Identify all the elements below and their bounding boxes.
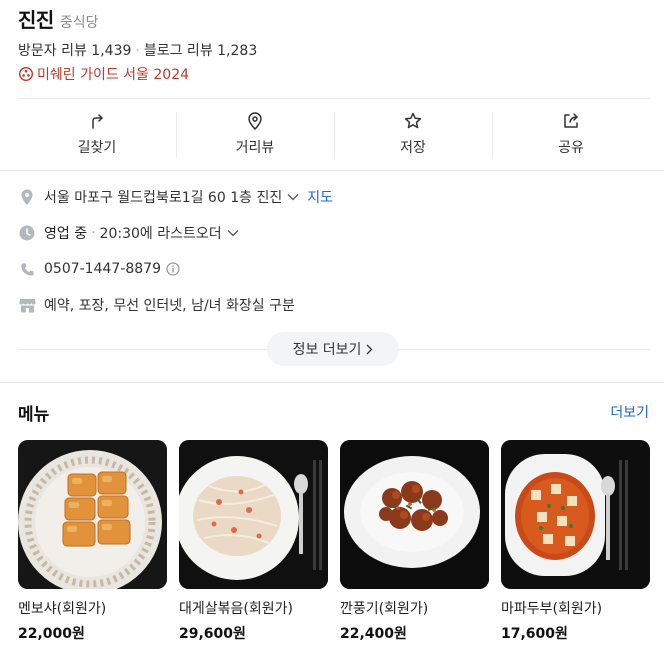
amenities-text: 예약, 포장, 무선 인터넷, 남/녀 화장실 구분	[44, 298, 295, 314]
menu-item-name: 대게살볶음(회원가)	[179, 601, 293, 617]
menu-item[interactable]: 마파두부(회원가) 17,600원	[501, 440, 650, 643]
share-icon	[564, 113, 578, 128]
menu-photo-menbosha[interactable]	[18, 440, 167, 589]
menu-item-price: 29,600원	[179, 626, 246, 642]
action-bar: 길찾기 거리뷰 저장 공유	[18, 100, 650, 168]
menu-item-name: 마파두부(회원가)	[501, 601, 603, 617]
chevron-right-icon	[366, 344, 373, 354]
menu-photo-crab-stir-fry[interactable]	[179, 440, 328, 589]
address-text: 서울 마포구 월드컵북로1길 60 1층 진진	[44, 190, 283, 206]
divider	[18, 98, 650, 99]
phone-number[interactable]: 0507-1447-8879	[44, 261, 161, 277]
place-header: 진진 중식당 방문자 리뷰 1,439 · 블로그 리뷰 1,283 미쉐린 가이드…	[18, 0, 650, 100]
title-row: 진진 중식당	[18, 4, 98, 33]
map-link[interactable]: 지도	[307, 187, 333, 207]
directions-icon	[92, 114, 103, 129]
last-order-text: 20:30에 라스트오더	[99, 226, 222, 242]
chevron-down-icon[interactable]	[227, 229, 239, 237]
menu-item-price: 22,400원	[340, 626, 407, 642]
phone-icon	[18, 260, 36, 278]
save-button[interactable]: 저장	[334, 100, 492, 168]
chevron-down-icon[interactable]	[287, 193, 299, 201]
phone-row: 0507-1447-8879	[18, 257, 650, 281]
share-button[interactable]: 공유	[492, 100, 650, 168]
menu-item-name: 멘보샤(회원가)	[18, 601, 107, 617]
place-category[interactable]: 중식당	[60, 12, 99, 32]
menu-item[interactable]: 대게살볶음(회원가) 29,600원	[179, 440, 328, 643]
open-status: 영업 중	[44, 226, 88, 242]
street-view-button[interactable]: 거리뷰	[176, 100, 334, 168]
menu-photo-mapo-tofu[interactable]	[501, 440, 650, 589]
directions-label: 길찾기	[77, 140, 117, 156]
menu-item[interactable]: 멘보샤(회원가) 22,000원	[18, 440, 167, 643]
info-circle-icon[interactable]	[166, 262, 180, 276]
michelin-icon	[18, 66, 34, 82]
business-hours-row[interactable]: 영업 중 · 20:30에 라스트오더	[18, 221, 650, 245]
more-info-button[interactable]: 정보 더보기	[267, 332, 399, 366]
more-info-label: 정보 더보기	[292, 342, 362, 358]
place-name: 진진	[18, 8, 54, 32]
separator-dot: ·	[135, 43, 140, 59]
visitor-reviews-link[interactable]: 방문자 리뷰 1,439	[18, 43, 131, 59]
section-divider	[0, 170, 664, 171]
menu-section-title: 메뉴	[18, 405, 50, 425]
location-pin-icon	[248, 112, 262, 131]
directions-button[interactable]: 길찾기	[18, 100, 176, 168]
store-icon	[18, 296, 36, 314]
michelin-badge[interactable]: 미쉐린 가이드 서울 2024	[18, 64, 189, 84]
address-row: 서울 마포구 월드컵북로1길 60 1층 진진 지도	[18, 185, 650, 209]
menu-photo-kkanpunggi[interactable]	[340, 440, 489, 589]
menu-list: 멘보샤(회원가) 22,000원 대게살볶음(회원가) 29,600원 깐풍기(…	[18, 440, 650, 650]
blog-reviews-link[interactable]: 블로그 리뷰 1,283	[144, 43, 257, 59]
save-label: 저장	[400, 140, 426, 156]
amenities-row: 예약, 포장, 무선 인터넷, 남/녀 화장실 구분	[18, 293, 650, 317]
star-icon	[404, 112, 422, 129]
share-label: 공유	[558, 140, 584, 156]
michelin-label: 미쉐린 가이드 서울 2024	[37, 67, 190, 83]
menu-more-link[interactable]: 더보기	[610, 402, 649, 422]
review-counts: 방문자 리뷰 1,439 · 블로그 리뷰 1,283	[18, 40, 257, 60]
menu-item-name: 깐풍기(회원가)	[340, 601, 429, 617]
separator-dot: ·	[91, 225, 96, 241]
section-divider	[0, 382, 664, 383]
menu-item-price: 22,000원	[18, 626, 85, 642]
street-view-label: 거리뷰	[235, 140, 275, 156]
menu-item[interactable]: 깐풍기(회원가) 22,400원	[340, 440, 489, 643]
map-pin-icon	[18, 188, 36, 206]
menu-item-price: 17,600원	[501, 626, 568, 642]
clock-icon	[18, 224, 36, 242]
